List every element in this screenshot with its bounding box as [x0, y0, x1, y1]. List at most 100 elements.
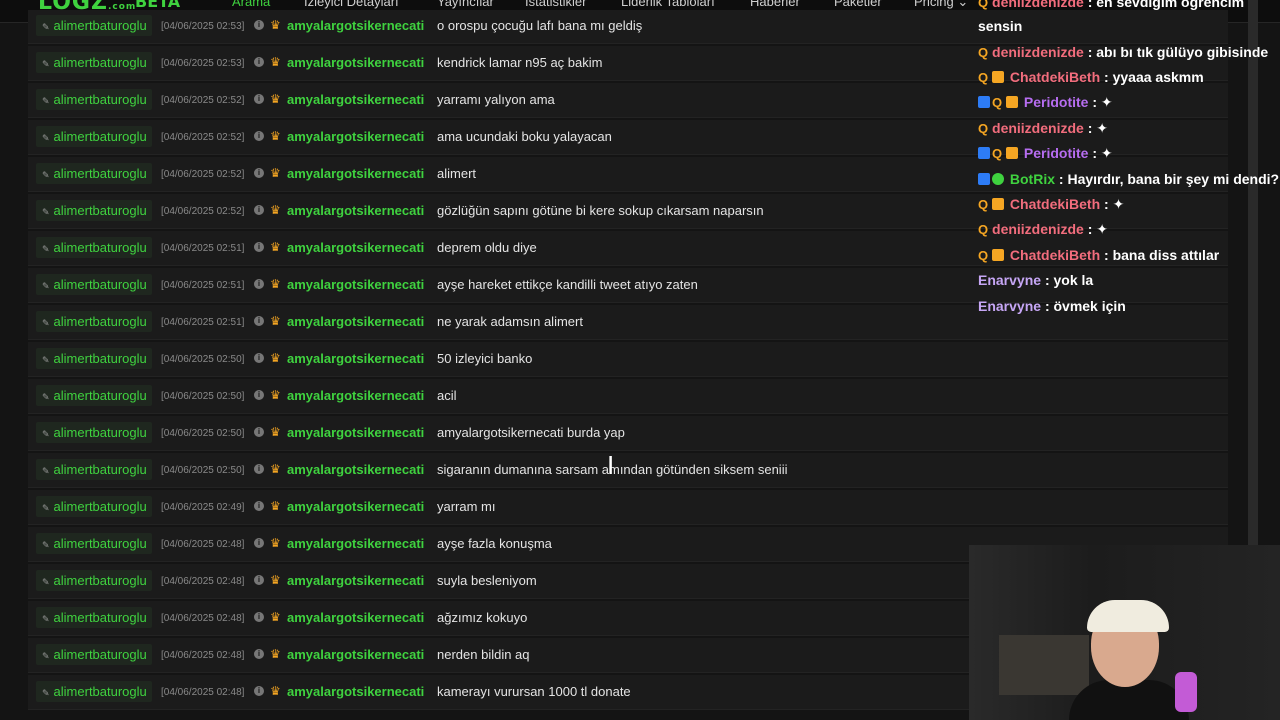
user-icon: ✎	[42, 207, 50, 217]
username-badge[interactable]: ✎ alimertbaturoglu	[36, 15, 152, 36]
chat-message: Q Peridotite : ✦	[978, 145, 1113, 162]
info-icon[interactable]: i	[254, 168, 264, 178]
webcam-feed	[969, 545, 1280, 720]
info-icon[interactable]: i	[254, 501, 264, 511]
info-icon[interactable]: i	[254, 686, 264, 696]
verified-badge-icon	[992, 173, 1004, 185]
channel-name[interactable]: amyalargotsikernecati	[287, 166, 424, 181]
subscriber-badge-icon	[1006, 96, 1019, 108]
username-badge[interactable]: ✎ alimertbaturoglu	[36, 644, 152, 665]
nav-item-pricing[interactable]: Pricing ⌄	[914, 0, 968, 10]
nav-item-haberler[interactable]: Haberler	[750, 0, 800, 9]
prime-badge-icon	[978, 147, 990, 159]
username-badge[interactable]: ✎ alimertbaturoglu	[36, 533, 152, 554]
user-icon: ✎	[42, 651, 50, 661]
channel-name[interactable]: amyalargotsikernecati	[287, 499, 424, 514]
nav-item-istatistikler[interactable]: İstatistikler	[525, 0, 586, 9]
nav-item-yayincilar[interactable]: Yayıncılar	[437, 0, 494, 9]
username-badge[interactable]: ✎ alimertbaturoglu	[36, 52, 152, 73]
channel-name[interactable]: amyalargotsikernecati	[287, 18, 424, 33]
crown-icon: ♛	[270, 573, 281, 587]
info-icon[interactable]: i	[254, 464, 264, 474]
channel-name[interactable]: amyalargotsikernecati	[287, 129, 424, 144]
message-text: ama ucundaki boku yalayacan	[437, 129, 612, 144]
info-icon[interactable]: i	[254, 390, 264, 400]
chat-username: Peridotite	[1023, 145, 1089, 161]
user-icon: ✎	[42, 355, 50, 365]
subscriber-badge-icon	[992, 249, 1005, 261]
username-badge[interactable]: ✎ alimertbaturoglu	[36, 607, 152, 628]
timestamp: [04/06/2025 02:48]	[161, 650, 245, 661]
chat-username: Enarvyne	[978, 272, 1042, 288]
message-text: amyalargotsikernecati burda yap	[437, 425, 625, 440]
user-icon: ✎	[42, 577, 50, 587]
username-badge[interactable]: ✎ alimertbaturoglu	[36, 237, 152, 258]
q-badge-icon: Q	[978, 197, 989, 212]
table-row: ✎ alimertbaturoglu [04/06/2025 02:50] i ♛ amy…	[28, 453, 1228, 488]
chat-message: Q ChatdekiBeth : ✦	[978, 196, 1124, 213]
channel-name[interactable]: amyalargotsikernecati	[287, 573, 424, 588]
message-text: kamerayı vurursan 1000 tl donate	[437, 684, 631, 699]
nav-item-arama[interactable]: Arama	[232, 0, 270, 9]
username-badge[interactable]: ✎ alimertbaturoglu	[36, 570, 152, 591]
user-icon: ✎	[42, 244, 50, 254]
nav-item-izleyici-detaylari[interactable]: İzleyici Detayları	[304, 0, 399, 9]
channel-name[interactable]: amyalargotsikernecati	[287, 240, 424, 255]
message-text: o orospu çocuğu lafı bana mı geldiş	[437, 18, 643, 33]
username-badge[interactable]: ✎ alimertbaturoglu	[36, 496, 152, 517]
username-badge[interactable]: ✎ alimertbaturoglu	[36, 89, 152, 110]
info-icon[interactable]: i	[254, 427, 264, 437]
info-icon[interactable]: i	[254, 538, 264, 548]
chat-message: Q deniizdenizde : ✦	[978, 221, 1108, 238]
info-icon[interactable]: i	[254, 279, 264, 289]
channel-name[interactable]: amyalargotsikernecati	[287, 203, 424, 218]
nav-item-paketler[interactable]: Paketler	[834, 0, 882, 9]
channel-name[interactable]: amyalargotsikernecati	[287, 277, 424, 292]
info-icon[interactable]: i	[254, 242, 264, 252]
chat-message: Q deniizdenizde : en sevdiğim öğrencim	[978, 0, 1244, 10]
channel-name[interactable]: amyalargotsikernecati	[287, 610, 424, 625]
username-badge[interactable]: ✎ alimertbaturoglu	[36, 385, 152, 406]
username-badge[interactable]: ✎ alimertbaturoglu	[36, 311, 152, 332]
username-badge[interactable]: ✎ alimertbaturoglu	[36, 163, 152, 184]
channel-name[interactable]: amyalargotsikernecati	[287, 536, 424, 551]
q-badge-icon: Q	[992, 95, 1003, 110]
username-badge[interactable]: ✎ alimertbaturoglu	[36, 200, 152, 221]
timestamp: [04/06/2025 02:48]	[161, 539, 245, 550]
channel-name[interactable]: amyalargotsikernecati	[287, 92, 424, 107]
chat-text: : ✦	[1092, 145, 1113, 161]
channel-name[interactable]: amyalargotsikernecati	[287, 462, 424, 477]
channel-name[interactable]: amyalargotsikernecati	[287, 684, 424, 699]
channel-name[interactable]: amyalargotsikernecati	[287, 314, 424, 329]
username-badge[interactable]: ✎ alimertbaturoglu	[36, 348, 152, 369]
channel-name[interactable]: amyalargotsikernecati	[287, 388, 424, 403]
info-icon[interactable]: i	[254, 649, 264, 659]
prime-badge-icon	[978, 173, 990, 185]
info-icon[interactable]: i	[254, 575, 264, 585]
nav-item-liderlik-tablolari[interactable]: Liderlik Tabloları	[621, 0, 715, 9]
username-badge[interactable]: ✎ alimertbaturoglu	[36, 422, 152, 443]
user-icon: ✎	[42, 540, 50, 550]
crown-icon: ♛	[270, 684, 281, 698]
info-icon[interactable]: i	[254, 353, 264, 363]
crown-icon: ♛	[270, 388, 281, 402]
info-icon[interactable]: i	[254, 205, 264, 215]
chat-text: : yyaaa askmm	[1104, 69, 1204, 85]
chat-text: sensin	[978, 18, 1023, 34]
username-badge[interactable]: ✎ alimertbaturoglu	[36, 681, 152, 702]
channel-name[interactable]: amyalargotsikernecati	[287, 425, 424, 440]
info-icon[interactable]: i	[254, 316, 264, 326]
channel-name[interactable]: amyalargotsikernecati	[287, 647, 424, 662]
info-icon[interactable]: i	[254, 57, 264, 67]
info-icon[interactable]: i	[254, 94, 264, 104]
channel-name[interactable]: amyalargotsikernecati	[287, 351, 424, 366]
crown-icon: ♛	[270, 536, 281, 550]
username-badge[interactable]: ✎ alimertbaturoglu	[36, 459, 152, 480]
channel-name[interactable]: amyalargotsikernecati	[287, 55, 424, 70]
info-icon[interactable]: i	[254, 131, 264, 141]
info-icon[interactable]: i	[254, 612, 264, 622]
info-icon[interactable]: i	[254, 20, 264, 30]
username-badge[interactable]: ✎ alimertbaturoglu	[36, 126, 152, 147]
crown-icon: ♛	[270, 203, 281, 217]
username-badge[interactable]: ✎ alimertbaturoglu	[36, 274, 152, 295]
